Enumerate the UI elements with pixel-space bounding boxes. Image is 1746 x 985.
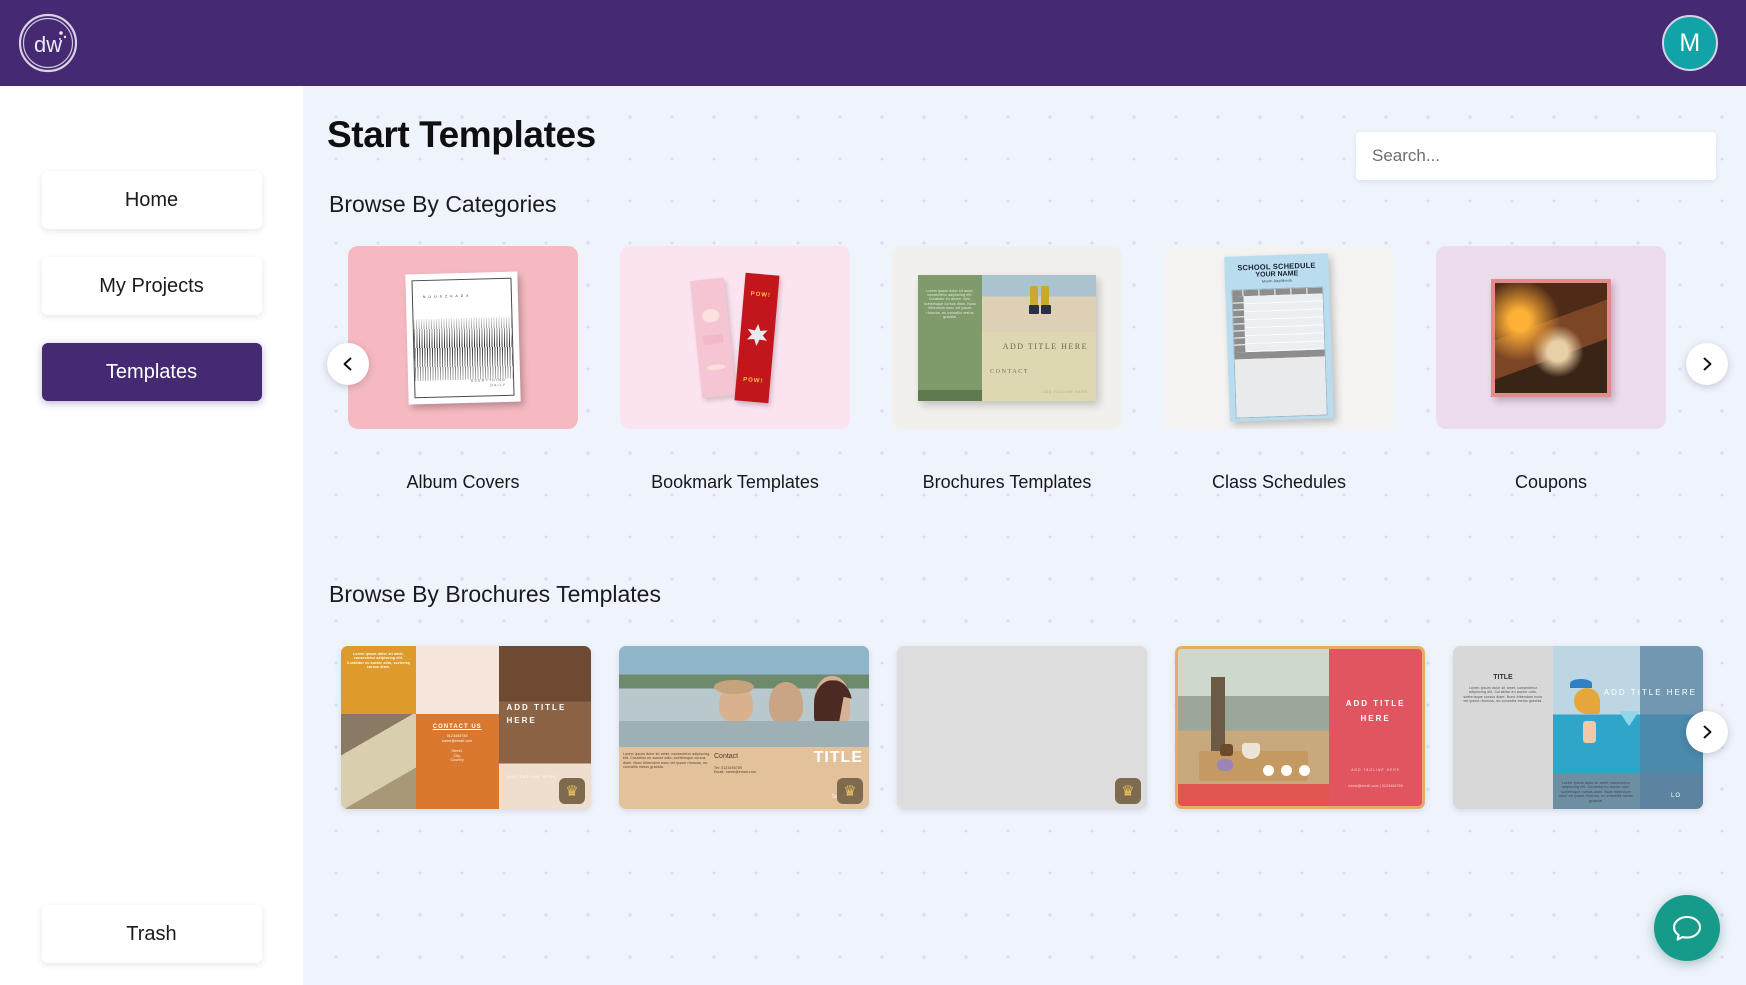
search-input[interactable] — [1356, 132, 1716, 180]
sidebar-item-trash[interactable]: Trash — [41, 905, 262, 963]
category-thumb-bookmark-templates[interactable]: POW! POW! — [620, 246, 850, 429]
brochure-green-contact: CONTACT — [990, 368, 1030, 375]
category-label: Coupons — [1514, 472, 1588, 492]
card4-contact: name@email.com | 0123456789 — [1348, 783, 1403, 788]
card1-title: ADD TITLE HERE — [506, 703, 567, 726]
card2-title: TITLE — [813, 749, 863, 767]
brochures-next-button[interactable] — [1686, 711, 1728, 753]
category-label: Bookmark Templates — [651, 472, 819, 492]
card5-body: Lorem ipsum dolor sit amet, consectetur … — [1463, 686, 1543, 704]
category-thumb-class-schedules[interactable]: SCHOOL SCHEDULE YOUR NAME Month Day/Mont… — [1164, 246, 1394, 429]
premium-crown-icon: ♛ — [559, 778, 585, 804]
brochure-green-title: ADD TITLE HERE — [1002, 342, 1088, 352]
card5-bottom: LO — [1670, 793, 1681, 799]
sidebar-item-templates[interactable]: Templates — [41, 343, 262, 401]
sidebar-item-my-projects[interactable]: My Projects — [41, 257, 262, 315]
category-card[interactable]: Coupons — [1415, 246, 1687, 493]
category-thumb-coupons[interactable] — [1436, 246, 1666, 429]
premium-crown-icon: ♛ — [1115, 778, 1141, 804]
user-avatar[interactable]: M — [1662, 15, 1718, 71]
card1-body: Lorem ipsum dolor sit amet, consectetur … — [346, 652, 411, 670]
bookmark-word-bottom: POW! — [742, 376, 764, 385]
brochures-track: Lorem ipsum dolor sit amet, consectetur … — [341, 646, 1703, 809]
svg-text:dw: dw — [34, 32, 62, 57]
brochure-card[interactable]: Lorem ipsum dolor sit amet, consectetur … — [897, 646, 1147, 809]
card5-head: TITLE — [1493, 674, 1513, 681]
card5-body2: Lorem ipsum dolor sit amet, consectetur … — [1559, 780, 1633, 803]
categories-track: N U U S Z K A D A E V E R Y T H I N G D … — [327, 246, 1687, 493]
premium-crown-icon: ♛ — [837, 778, 863, 804]
brochures-carousel: Lorem ipsum dolor sit amet, consectetur … — [303, 646, 1746, 846]
card1-email: name@email.com — [442, 738, 473, 743]
brochure-green-body: Lorem ipsum dolor sit amet, consectetur … — [924, 288, 977, 319]
category-label: Album Covers — [406, 472, 520, 492]
card5-title: ADD TITLE HERE — [1603, 688, 1697, 698]
album-artist-text: N U U S Z K A D A — [422, 293, 470, 299]
sidebar-item-home[interactable]: Home — [41, 171, 262, 229]
category-card[interactable]: POW! POW! Bookmark Templates — [599, 246, 871, 493]
brochure-card[interactable]: ADD TITLE HERE ADD TAGLINE HERE name@ema… — [1175, 646, 1425, 809]
page-title: Start Templates — [327, 114, 596, 155]
card4-title: ADD TITLE HERE — [1345, 699, 1406, 724]
top-bar: dw M — [0, 0, 1746, 86]
category-label: Class Schedules — [1211, 472, 1347, 492]
section-heading-brochures: Browse By Brochures Templates — [329, 581, 661, 607]
card1-tagline: ADD TAGLINE HERE — [507, 774, 557, 779]
card1-address: Street, City, Country — [450, 749, 464, 763]
category-label: Brochures Templates — [922, 472, 1092, 492]
dw-circle-logo[interactable]: dw — [14, 9, 82, 77]
card2-body: Lorem ipsum dolor sit amet, consectetur … — [623, 752, 710, 770]
category-card[interactable]: Lorem ipsum dolor sit amet, consectetur … — [871, 246, 1143, 493]
card1-contact-head: CONTACT US — [432, 724, 482, 731]
sidebar-bottom: Trash — [0, 905, 303, 963]
album-footer-text: E V E R Y T H I N G D A I L Y — [470, 377, 506, 387]
sidebar: Home My Projects Templates Trash — [0, 86, 303, 985]
bookmark-word-top: POW! — [750, 290, 772, 299]
sidebar-nav: Home My Projects Templates — [0, 86, 303, 401]
category-thumb-album-covers[interactable]: N U U S Z K A D A E V E R Y T H I N G D … — [348, 246, 578, 429]
card4-tagline: ADD TAGLINE HERE — [1351, 767, 1400, 772]
main-content: Start Templates Browse By Categories N U… — [303, 86, 1746, 985]
brochure-card[interactable]: TITLE Lorem ipsum dolor sit amet, consec… — [1453, 646, 1703, 809]
card2-contact-head: Contact — [714, 753, 739, 761]
category-card[interactable]: SCHOOL SCHEDULE YOUR NAME Month Day/Mont… — [1143, 246, 1415, 493]
card2-email: Email: name@email.com — [714, 770, 756, 775]
brochure-card[interactable]: Lorem ipsum dolor sit amet, consectetur … — [341, 646, 591, 809]
brochure-green-tagline: ADD TAGLINE HERE — [1042, 390, 1088, 395]
chat-bubble-icon[interactable] — [1654, 895, 1720, 961]
categories-carousel: N U U S Z K A D A E V E R Y T H I N G D … — [303, 246, 1746, 536]
categories-prev-button[interactable] — [327, 343, 369, 385]
categories-next-button[interactable] — [1686, 343, 1728, 385]
category-thumb-brochures-templates[interactable]: Lorem ipsum dolor sit amet, consectetur … — [892, 246, 1122, 429]
section-heading-categories: Browse By Categories — [329, 191, 557, 217]
brochure-card[interactable]: Lorem ipsum dolor sit amet, consectetur … — [619, 646, 869, 809]
